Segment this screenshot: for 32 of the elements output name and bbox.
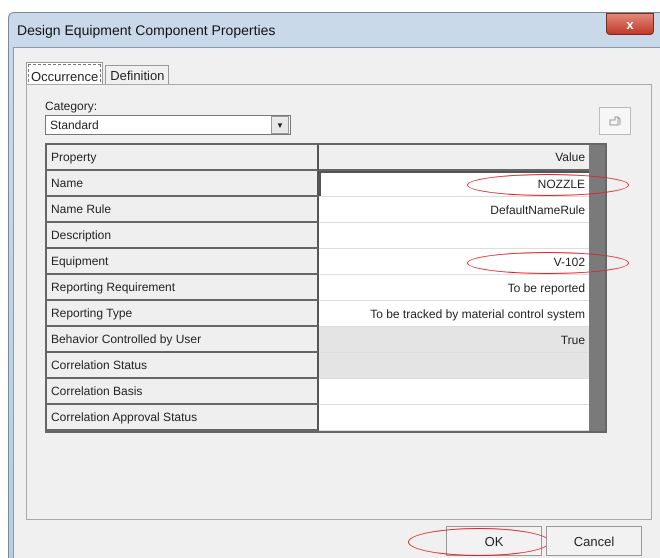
value-cell[interactable] [319, 353, 589, 379]
tab[interactable]: Definition [105, 65, 170, 84]
property-cell: Name Rule [47, 197, 319, 223]
value-cell[interactable]: V-102 [319, 249, 589, 275]
value-cell[interactable] [319, 379, 589, 405]
property-cell: Name [47, 171, 319, 197]
dialog-button[interactable]: Cancel [546, 526, 642, 556]
window-title: Design Equipment Component Properties [17, 22, 276, 38]
column-header: Property [47, 145, 319, 171]
property-cell: Correlation Approval Status [47, 405, 319, 431]
property-cell: Reporting Requirement [47, 275, 319, 301]
value-cell[interactable] [319, 405, 589, 431]
category-dropdown[interactable]: Standard ▼ [45, 115, 291, 135]
property-cell: Behavior Controlled by User [47, 327, 319, 353]
value-cell[interactable]: NOZZLE [319, 171, 589, 197]
category-label: Category: [45, 99, 98, 113]
property-cell: Equipment [47, 249, 319, 275]
value-cell[interactable]: DefaultNameRule [319, 197, 589, 223]
property-cell: Description [47, 223, 319, 249]
dialog-button[interactable]: OK [446, 526, 542, 556]
property-cell: Reporting Type [47, 301, 319, 327]
value-cell[interactable]: To be tracked by material control system [319, 301, 589, 327]
value-cell[interactable] [319, 223, 589, 249]
close-button[interactable]: x [606, 13, 654, 35]
property-cell: Correlation Basis [47, 379, 319, 405]
value-cell[interactable]: True [319, 327, 589, 353]
toolbar-button[interactable] [599, 107, 631, 135]
property-cell: Correlation Status [47, 353, 319, 379]
sheet-icon [608, 114, 622, 128]
value-cell[interactable]: To be reported [319, 275, 589, 301]
column-header: Value [319, 145, 589, 171]
dropdown-value: Standard [50, 118, 99, 132]
